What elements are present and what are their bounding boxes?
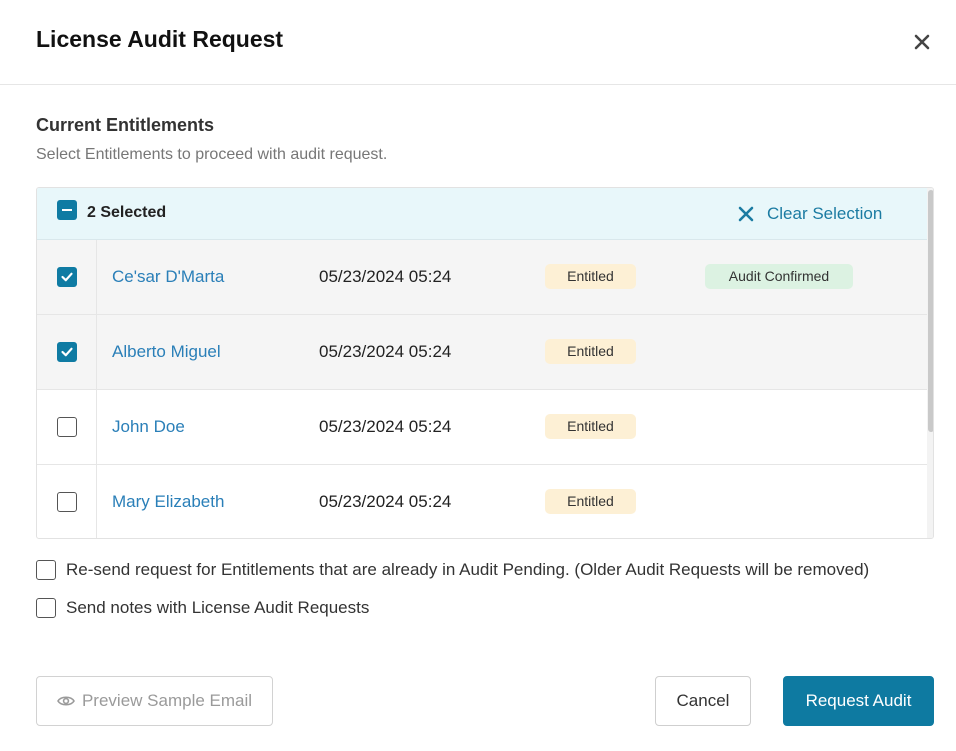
select-all-checkbox[interactable] (57, 200, 77, 220)
preview-email-button[interactable]: Preview Sample Email (36, 676, 273, 726)
checkbox-cell (37, 465, 97, 538)
table-row[interactable]: Mary Elizabeth 05/23/2024 05:24 Entitled (37, 465, 927, 538)
section-subtitle: Select Entitlements to proceed with audi… (36, 146, 388, 163)
entitlement-date: 05/23/2024 05:24 (319, 492, 452, 511)
request-audit-button[interactable]: Request Audit (783, 676, 934, 726)
checkbox-cell (37, 390, 97, 464)
check-icon (61, 347, 73, 357)
row-checkbox[interactable] (57, 342, 77, 362)
audit-status-badge: Audit Confirmed (705, 264, 853, 289)
resend-label: Re-send request for Entitlements that ar… (66, 560, 870, 579)
checkbox-cell (37, 315, 97, 389)
table-row[interactable]: Ce'sar D'Marta 05/23/2024 05:24 Entitled… (37, 240, 927, 315)
dialog-header: License Audit Request (0, 0, 956, 85)
entitled-badge: Entitled (545, 489, 636, 514)
entitled-badge: Entitled (545, 264, 636, 289)
user-name-link[interactable]: Mary Elizabeth (112, 492, 224, 512)
table-scrollbar[interactable] (927, 188, 933, 538)
resend-option[interactable]: Re-send request for Entitlements that ar… (36, 559, 869, 581)
selected-count: 2 Selected (87, 204, 167, 221)
entitlement-date: 05/23/2024 05:24 (319, 342, 452, 361)
row-checkbox[interactable] (57, 267, 77, 287)
entitlement-date: 05/23/2024 05:24 (319, 267, 452, 286)
row-checkbox[interactable] (57, 417, 77, 437)
entitled-badge: Entitled (545, 414, 636, 439)
preview-email-label: Preview Sample Email (81, 691, 253, 710)
entitlement-date: 05/23/2024 05:24 (319, 417, 452, 436)
eye-icon (57, 696, 75, 706)
selection-bar: 2 Selected Clear Selection (37, 188, 927, 240)
x-icon (738, 206, 754, 222)
scrollbar-thumb[interactable] (928, 190, 933, 432)
notes-checkbox[interactable] (36, 598, 56, 618)
user-name-link[interactable]: Alberto Miguel (112, 342, 221, 362)
close-icon[interactable] (910, 30, 934, 54)
user-name-link[interactable]: John Doe (112, 417, 185, 437)
dialog-title: License Audit Request (36, 26, 284, 52)
row-checkbox[interactable] (57, 492, 77, 512)
close-button[interactable] (910, 30, 934, 54)
table-row[interactable]: John Doe 05/23/2024 05:24 Entitled (37, 390, 927, 465)
table-row[interactable]: Alberto Miguel 05/23/2024 05:24 Entitled (37, 315, 927, 390)
notes-label: Send notes with License Audit Requests (66, 598, 370, 617)
clear-selection-label: Clear Selection (767, 204, 883, 223)
user-name-link[interactable]: Ce'sar D'Marta (112, 267, 224, 287)
table-rows: Ce'sar D'Marta 05/23/2024 05:24 Entitled… (37, 240, 927, 538)
cancel-button[interactable]: Cancel (655, 676, 751, 726)
section-title: Current Entitlements (36, 115, 215, 135)
checkbox-cell (37, 240, 97, 314)
resend-checkbox[interactable] (36, 560, 56, 580)
entitlements-table: 2 Selected Clear Selection Ce'sar D'Mart… (36, 187, 934, 539)
entitled-badge: Entitled (545, 339, 636, 364)
clear-selection-button[interactable]: Clear Selection (737, 202, 882, 226)
check-icon (61, 272, 73, 282)
notes-option[interactable]: Send notes with License Audit Requests (36, 597, 369, 619)
